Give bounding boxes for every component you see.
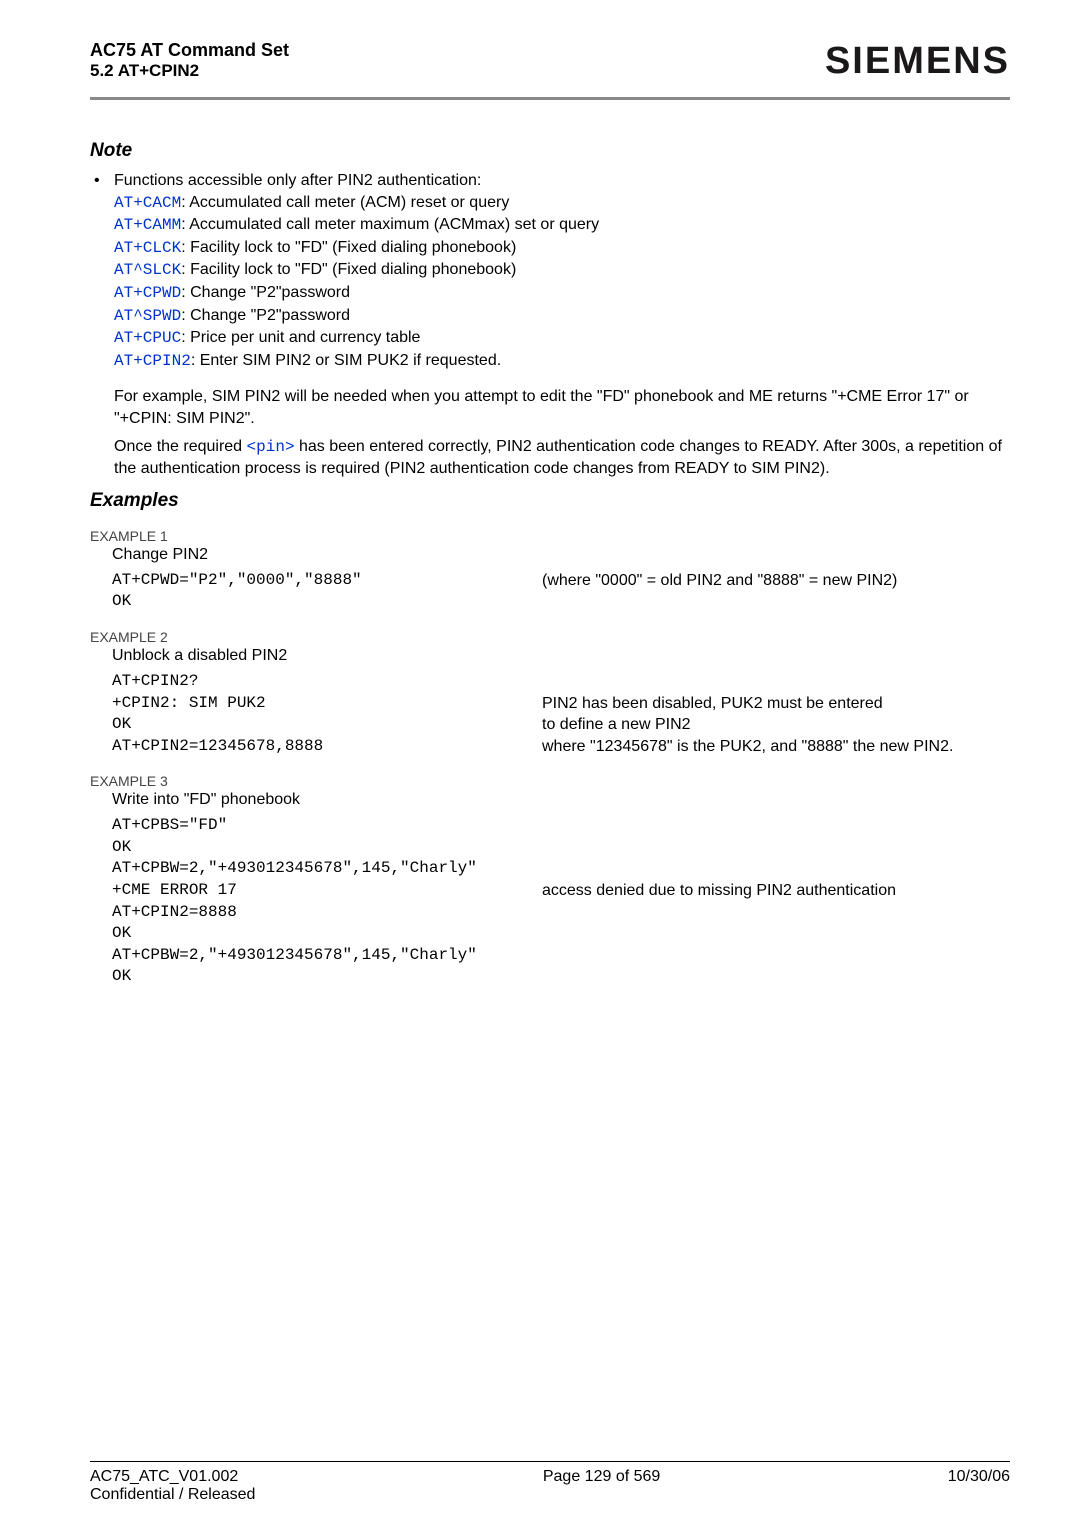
code-row: OK xyxy=(112,837,1010,859)
example-desc: Unblock a disabled PIN2 xyxy=(112,647,1010,665)
code-row: AT+CPBW=2,"+493012345678",145,"Charly" xyxy=(112,858,1010,880)
cmd-link[interactable]: AT+CPIN2 xyxy=(114,352,191,370)
footer-left: AC75_ATC_V01.002 Confidential / Released xyxy=(90,1468,255,1504)
cmd-desc: : Accumulated call meter (ACM) reset or … xyxy=(181,194,509,211)
note-intro: Functions accessible only after PIN2 aut… xyxy=(114,172,481,189)
code-explanation: (where "0000" = old PIN2 and "8888" = ne… xyxy=(542,570,1010,592)
code-row: OK to define a new PIN2 xyxy=(112,714,1010,736)
code-row: AT+CPIN2? xyxy=(112,671,1010,693)
code-row: AT+CPBS="FD" xyxy=(112,815,1010,837)
code-text: AT+CPWD="P2","0000","8888" xyxy=(112,570,542,592)
example-label: EXAMPLE 3 xyxy=(90,773,1010,789)
cmd-desc: : Change "P2"password xyxy=(181,307,350,324)
cmd-link[interactable]: AT+CPWD xyxy=(114,284,181,302)
code-text: OK xyxy=(112,714,542,736)
code-explanation xyxy=(542,945,1010,967)
example-desc: Write into "FD" phonebook xyxy=(112,791,1010,809)
page-number: Page 129 of 569 xyxy=(543,1468,660,1504)
code-text: AT+CPIN2=12345678,8888 xyxy=(112,736,542,758)
code-text: OK xyxy=(112,591,542,613)
code-text: +CPIN2: SIM PUK2 xyxy=(112,693,542,715)
code-row: OK xyxy=(112,923,1010,945)
doc-confidentiality: Confidential / Released xyxy=(90,1486,255,1503)
code-row: OK xyxy=(112,966,1010,988)
code-text: +CME ERROR 17 xyxy=(112,880,542,902)
code-explanation: access denied due to missing PIN2 authen… xyxy=(542,880,1010,902)
code-explanation: to define a new PIN2 xyxy=(542,714,1010,736)
code-row: AT+CPIN2=12345678,8888 where "12345678" … xyxy=(112,736,1010,758)
code-row: AT+CPIN2=8888 xyxy=(112,902,1010,924)
cmd-link[interactable]: AT+CAMM xyxy=(114,216,181,234)
cmd-desc: : Change "P2"password xyxy=(181,284,350,301)
code-row: AT+CPWD="P2","0000","8888" (where "0000"… xyxy=(112,570,1010,592)
code-row: AT+CPBW=2,"+493012345678",145,"Charly" xyxy=(112,945,1010,967)
code-explanation xyxy=(542,902,1010,924)
cmd-desc: : Accumulated call meter maximum (ACMmax… xyxy=(181,216,599,233)
page-footer: AC75_ATC_V01.002 Confidential / Released… xyxy=(90,1461,1010,1504)
cmd-link[interactable]: AT+CLCK xyxy=(114,239,181,257)
code-explanation xyxy=(542,858,1010,880)
cmd-link[interactable]: AT^SPWD xyxy=(114,307,181,325)
text: Once the required xyxy=(114,438,247,455)
code-text: OK xyxy=(112,966,542,988)
example-label: EXAMPLE 1 xyxy=(90,528,1010,544)
example-label: EXAMPLE 2 xyxy=(90,629,1010,645)
cmd-link[interactable]: AT+CPUC xyxy=(114,329,181,347)
code-text: AT+CPBW=2,"+493012345678",145,"Charly" xyxy=(112,945,542,967)
page-header: AC75 AT Command Set 5.2 AT+CPIN2 SIEMENS xyxy=(90,40,1010,100)
code-text: AT+CPBS="FD" xyxy=(112,815,542,837)
cmd-desc: : Facility lock to "FD" (Fixed dialing p… xyxy=(181,261,516,278)
page: AC75 AT Command Set 5.2 AT+CPIN2 SIEMENS… xyxy=(0,0,1080,1528)
note-paragraph: For example, SIM PIN2 will be needed whe… xyxy=(114,386,1010,429)
examples-heading: Examples xyxy=(90,490,1010,512)
note-item: Functions accessible only after PIN2 aut… xyxy=(90,170,1010,372)
code-text: AT+CPIN2? xyxy=(112,671,542,693)
brand-logo: SIEMENS xyxy=(825,40,1010,83)
code-explanation xyxy=(542,966,1010,988)
doc-subtitle: 5.2 AT+CPIN2 xyxy=(90,61,289,81)
example-desc: Change PIN2 xyxy=(112,546,1010,564)
code-row: OK xyxy=(112,591,1010,613)
code-explanation xyxy=(542,815,1010,837)
note-list: Functions accessible only after PIN2 aut… xyxy=(90,170,1010,372)
cmd-desc: : Facility lock to "FD" (Fixed dialing p… xyxy=(181,239,516,256)
doc-version: AC75_ATC_V01.002 xyxy=(90,1468,238,1485)
code-row: +CPIN2: SIM PUK2 PIN2 has been disabled,… xyxy=(112,693,1010,715)
code-explanation xyxy=(542,923,1010,945)
note-heading: Note xyxy=(90,140,1010,162)
code-text: AT+CPIN2=8888 xyxy=(112,902,542,924)
note-paragraph: Once the required <pin> has been entered… xyxy=(114,436,1010,480)
header-left: AC75 AT Command Set 5.2 AT+CPIN2 xyxy=(90,40,289,81)
code-text: OK xyxy=(112,837,542,859)
code-explanation xyxy=(542,671,1010,693)
code-row: +CME ERROR 17 access denied due to missi… xyxy=(112,880,1010,902)
cmd-desc: : Enter SIM PIN2 or SIM PUK2 if requeste… xyxy=(191,352,501,369)
doc-date: 10/30/06 xyxy=(948,1468,1010,1504)
cmd-link[interactable]: AT^SLCK xyxy=(114,261,181,279)
code-text: OK xyxy=(112,923,542,945)
code-explanation xyxy=(542,837,1010,859)
code-explanation xyxy=(542,591,1010,613)
code-explanation: PIN2 has been disabled, PUK2 must be ent… xyxy=(542,693,1010,715)
cmd-link[interactable]: AT+CACM xyxy=(114,194,181,212)
code-text: AT+CPBW=2,"+493012345678",145,"Charly" xyxy=(112,858,542,880)
pin-param[interactable]: <pin> xyxy=(247,438,295,456)
cmd-desc: : Price per unit and currency table xyxy=(181,329,420,346)
doc-title: AC75 AT Command Set xyxy=(90,40,289,61)
code-explanation: where "12345678" is the PUK2, and "8888"… xyxy=(542,736,1010,758)
